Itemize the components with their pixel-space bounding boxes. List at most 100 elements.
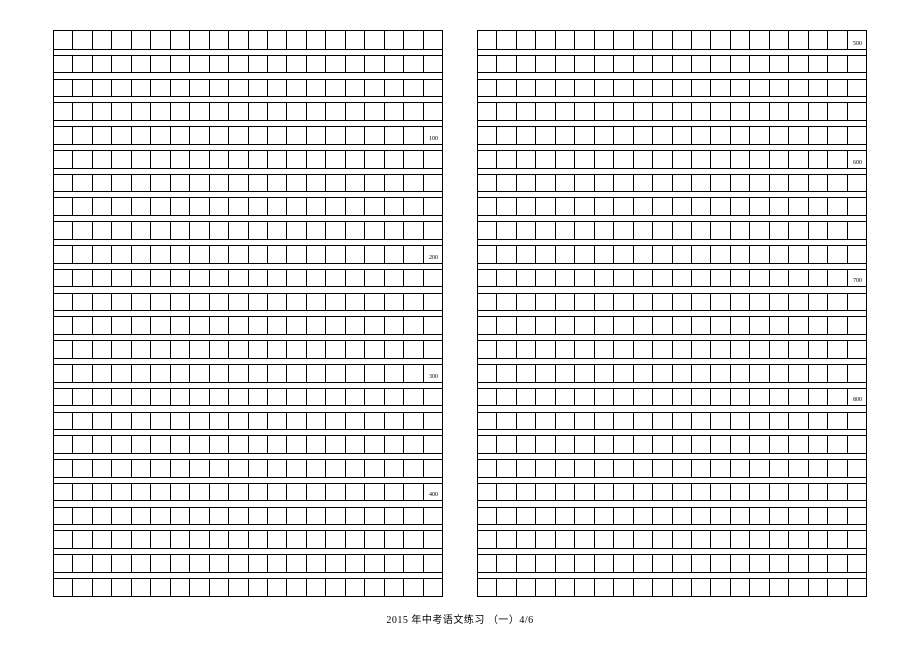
grid-cell bbox=[132, 507, 151, 525]
grid-cell bbox=[365, 578, 384, 596]
grid-cell bbox=[307, 554, 326, 572]
grid-cell bbox=[575, 388, 594, 406]
grid-cell bbox=[595, 245, 614, 263]
grid-cell bbox=[750, 530, 769, 548]
grid-cell bbox=[828, 530, 847, 548]
grid-cell bbox=[404, 459, 423, 477]
grid-cell bbox=[249, 31, 268, 49]
grid-cell bbox=[536, 269, 555, 287]
grid-cell bbox=[614, 578, 633, 596]
grid-cell bbox=[424, 150, 442, 168]
grid-cell bbox=[171, 412, 190, 430]
grid-cell bbox=[54, 293, 73, 311]
char-count-label: 600 bbox=[853, 160, 862, 166]
grid-cell bbox=[151, 102, 170, 120]
grid-cell bbox=[249, 507, 268, 525]
char-count-label: 700 bbox=[853, 278, 862, 284]
grid-cell bbox=[750, 79, 769, 97]
grid-cell bbox=[595, 483, 614, 501]
grid-cell bbox=[692, 174, 711, 192]
grid-cell bbox=[536, 316, 555, 334]
grid-cell bbox=[346, 102, 365, 120]
grid-cell bbox=[731, 435, 750, 453]
grid-cell bbox=[326, 55, 345, 73]
grid-cell bbox=[595, 293, 614, 311]
grid-cell bbox=[614, 269, 633, 287]
grid-cell bbox=[73, 388, 92, 406]
grid-cell bbox=[828, 126, 847, 144]
grid-cell bbox=[287, 316, 306, 334]
grid-cell bbox=[556, 435, 575, 453]
grid-cell bbox=[151, 197, 170, 215]
grid-cell bbox=[789, 293, 808, 311]
grid-cell bbox=[249, 483, 268, 501]
grid-cell bbox=[673, 364, 692, 382]
grid-cell bbox=[770, 55, 789, 73]
grid-cell bbox=[497, 412, 516, 430]
grid-cell bbox=[307, 55, 326, 73]
grid-cell bbox=[73, 79, 92, 97]
grid-cell bbox=[190, 55, 209, 73]
grid-cell bbox=[614, 507, 633, 525]
grid-cell bbox=[809, 221, 828, 239]
grid-cell bbox=[93, 126, 112, 144]
grid-cell bbox=[575, 197, 594, 215]
grid-cell bbox=[614, 174, 633, 192]
grid-cell bbox=[692, 55, 711, 73]
grid-cell bbox=[112, 340, 131, 358]
grid-cell bbox=[424, 221, 442, 239]
grid-cell bbox=[731, 530, 750, 548]
grid-cell bbox=[190, 554, 209, 572]
grid-cell bbox=[809, 388, 828, 406]
grid-cell bbox=[151, 293, 170, 311]
grid-cell bbox=[556, 459, 575, 477]
grid-cell bbox=[653, 340, 672, 358]
grid-cell bbox=[750, 269, 769, 287]
grid-cell bbox=[634, 126, 653, 144]
grid-cell bbox=[93, 578, 112, 596]
grid-cell bbox=[770, 174, 789, 192]
grid-cell bbox=[750, 150, 769, 168]
grid-cell bbox=[634, 102, 653, 120]
grid-cell bbox=[575, 435, 594, 453]
grid-cell bbox=[190, 79, 209, 97]
grid-cell bbox=[365, 507, 384, 525]
grid-cell bbox=[478, 459, 497, 477]
grid-cell bbox=[171, 316, 190, 334]
grid-cell bbox=[93, 554, 112, 572]
grid-cell bbox=[229, 459, 248, 477]
grid-cell bbox=[268, 459, 287, 477]
grid-cell bbox=[171, 483, 190, 501]
grid-cell bbox=[809, 269, 828, 287]
grid-cell bbox=[326, 197, 345, 215]
grid-cell bbox=[112, 388, 131, 406]
grid-cell bbox=[848, 174, 866, 192]
grid-cell bbox=[809, 412, 828, 430]
grid-cell bbox=[673, 459, 692, 477]
grid-cell bbox=[809, 483, 828, 501]
grid-cell bbox=[151, 435, 170, 453]
grid-row bbox=[478, 31, 866, 49]
grid-cell bbox=[93, 459, 112, 477]
grid-cell bbox=[93, 364, 112, 382]
grid-cell bbox=[478, 554, 497, 572]
grid-cell bbox=[54, 483, 73, 501]
grid-cell bbox=[828, 412, 847, 430]
grid-cell bbox=[404, 388, 423, 406]
grid-cell bbox=[653, 174, 672, 192]
grid-cell bbox=[731, 578, 750, 596]
grid-cell bbox=[326, 102, 345, 120]
char-count-label: 500 bbox=[853, 41, 862, 47]
grid-cell bbox=[634, 554, 653, 572]
grid-cell bbox=[595, 412, 614, 430]
grid-row bbox=[478, 554, 866, 572]
grid-cell bbox=[653, 412, 672, 430]
grid-cell bbox=[497, 554, 516, 572]
grid-cell bbox=[365, 31, 384, 49]
grid-cell bbox=[171, 126, 190, 144]
grid-cell bbox=[307, 507, 326, 525]
grid-cell bbox=[789, 221, 808, 239]
grid-cell bbox=[575, 507, 594, 525]
grid-cell bbox=[614, 79, 633, 97]
grid-cell bbox=[692, 340, 711, 358]
